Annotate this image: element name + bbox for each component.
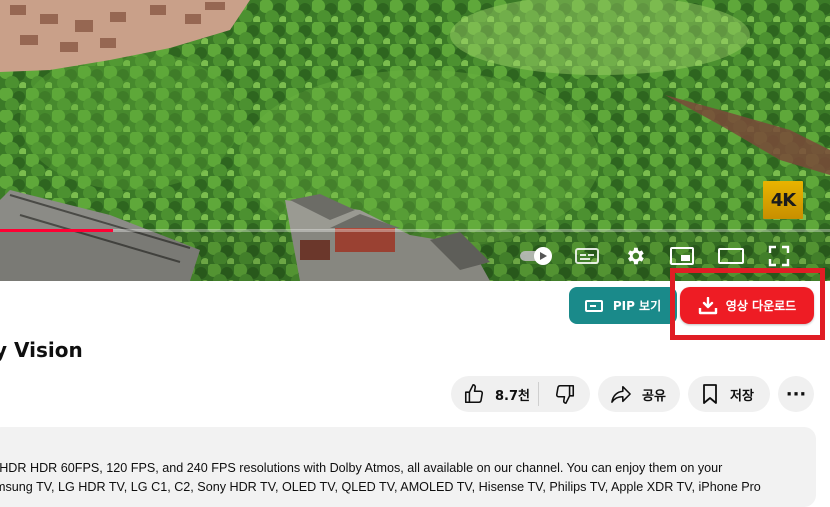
video-frame	[0, 0, 830, 281]
bookmark-icon	[703, 384, 717, 404]
like-count: 8.7천	[495, 388, 530, 404]
pip-view-button[interactable]: PIP 보기	[569, 287, 677, 324]
pip-icon	[584, 299, 603, 312]
thumbs-up-icon	[464, 384, 484, 404]
fullscreen-icon	[768, 245, 790, 267]
save-label: 저장	[730, 388, 754, 404]
share-label: 공유	[642, 388, 666, 404]
autoplay-toggle[interactable]	[518, 240, 556, 272]
subtitles-icon	[575, 248, 599, 264]
save-button[interactable]: 저장	[688, 376, 770, 412]
like-dislike-group: 8.7천	[451, 376, 590, 412]
subtitles-button[interactable]	[570, 240, 604, 272]
share-button[interactable]: 공유	[598, 376, 680, 412]
description-line-1: A HDR HDR 60FPS, 120 FPS, and 240 FPS re…	[0, 461, 723, 475]
4k-quality-badge: 4K	[763, 181, 803, 219]
gear-icon	[628, 247, 644, 265]
description-text: A HDR HDR 60FPS, 120 FPS, and 240 FPS re…	[0, 459, 830, 497]
dislike-button[interactable]	[539, 376, 590, 412]
progress-played	[0, 229, 113, 232]
thumbs-down-icon	[555, 384, 574, 404]
progress-bar[interactable]	[0, 229, 830, 232]
more-actions-button[interactable]: ···	[778, 376, 814, 412]
miniplayer-icon	[670, 247, 694, 265]
toggle-icon	[520, 247, 552, 265]
video-title: y Vision	[0, 338, 83, 362]
theater-mode-icon	[718, 248, 744, 264]
pip-label: PIP 보기	[612, 299, 662, 313]
settings-button[interactable]	[619, 240, 651, 272]
video-player[interactable]: 4K	[0, 0, 830, 281]
share-icon	[611, 385, 631, 403]
more-icon: ···	[785, 383, 807, 405]
like-button[interactable]: 8.7천	[451, 376, 538, 412]
download-label: 영상 다운로드	[725, 299, 797, 313]
video-download-button[interactable]: 영상 다운로드	[680, 287, 814, 324]
download-icon	[698, 296, 718, 315]
